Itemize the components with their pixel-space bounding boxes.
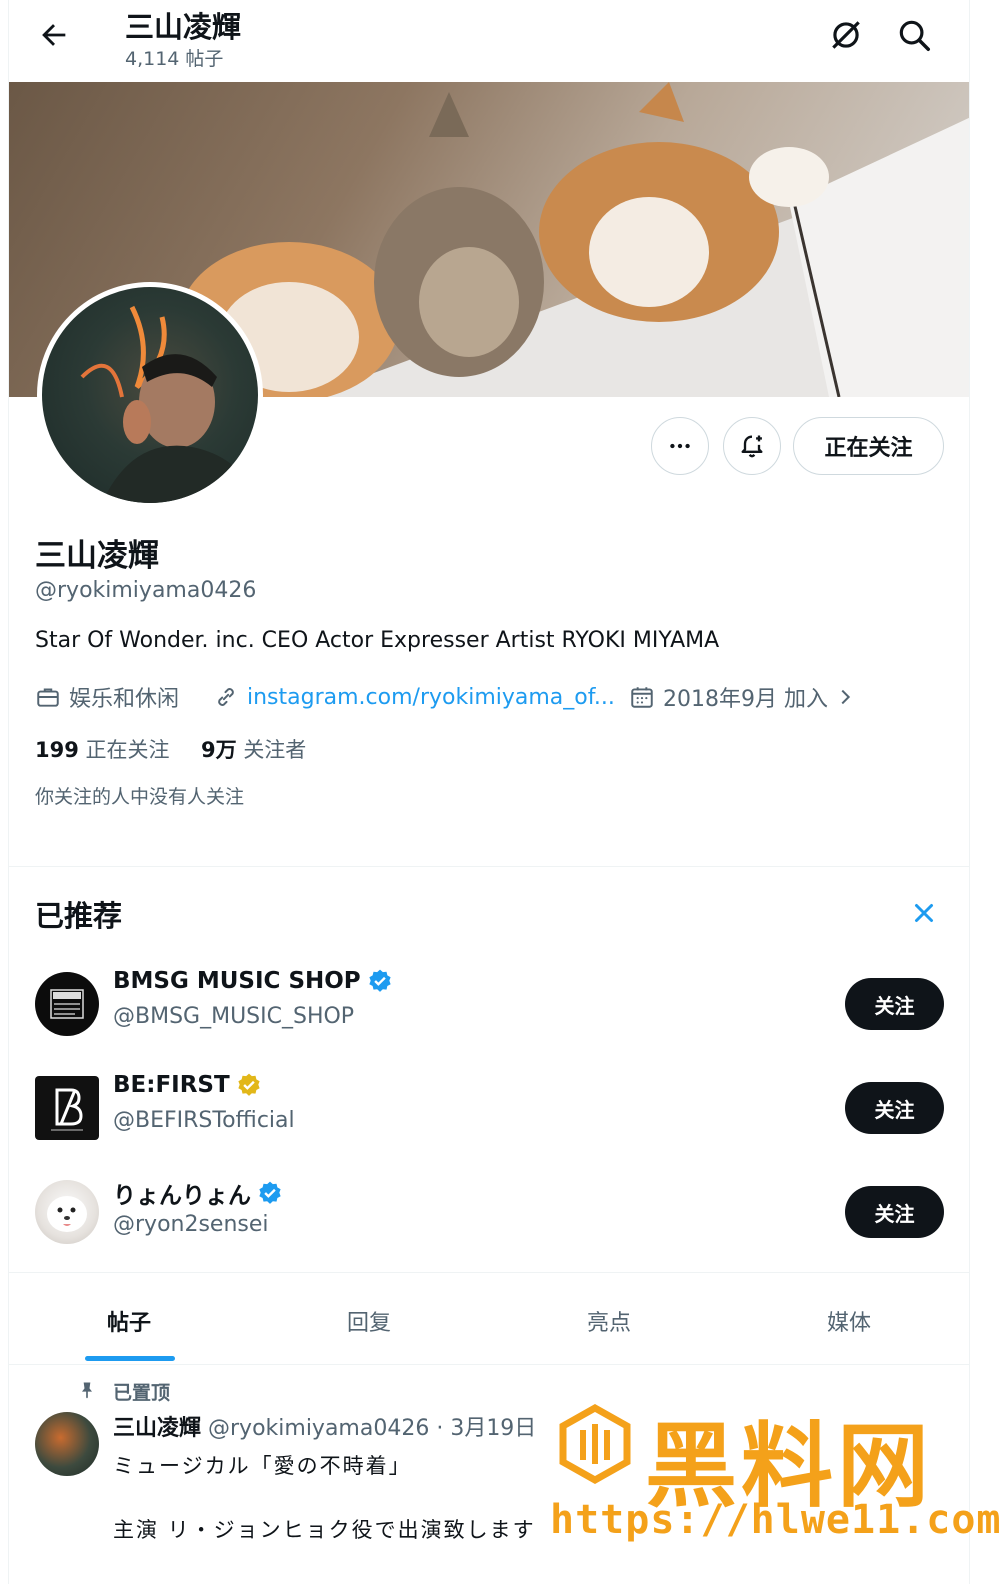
post-author-name[interactable]: 三山凌輝 bbox=[113, 1416, 201, 1441]
notify-button[interactable] bbox=[723, 417, 781, 475]
follow-button[interactable]: 关注 bbox=[845, 1082, 944, 1134]
chevron-right-icon bbox=[841, 689, 851, 705]
followers-you-know-note: 你关注的人中没有人关注 bbox=[35, 786, 245, 808]
pin-icon bbox=[82, 1382, 92, 1399]
header-name: 三山凌輝 bbox=[125, 10, 242, 44]
top-bar: 三山凌輝 4,114 帖子 bbox=[9, 0, 969, 82]
joined-text: 2018年9月 加入 bbox=[663, 687, 828, 712]
active-tab-indicator bbox=[85, 1356, 175, 1361]
back-arrow-icon[interactable] bbox=[37, 18, 71, 52]
verified-badge-icon bbox=[259, 1181, 281, 1204]
profile-handle: @ryokimiyama0426 bbox=[35, 578, 257, 603]
recommended-name-row[interactable]: BE:FIRST bbox=[113, 1072, 262, 1098]
follow-button[interactable]: 关注 bbox=[845, 978, 944, 1030]
tab-media[interactable]: 媒体 bbox=[729, 1305, 969, 1337]
followers-stat[interactable]: 9万 关注者 bbox=[201, 734, 306, 764]
close-icon[interactable] bbox=[909, 898, 939, 928]
followers-label: 关注者 bbox=[243, 738, 307, 762]
avatar-image bbox=[80, 305, 258, 503]
profile-link[interactable]: instagram.com/ryokimiyama_of... bbox=[213, 682, 615, 712]
recommended-handle: @BEFIRSTofficial bbox=[113, 1108, 295, 1133]
bmsg-logo-icon bbox=[50, 989, 84, 1019]
recommended-item[interactable]: BMSG MUSIC SHOP @BMSG_MUSIC_SHOP 关注 bbox=[9, 968, 969, 1062]
link-text[interactable]: instagram.com/ryokimiyama_of... bbox=[247, 685, 615, 710]
profile-bio: Star Of Wonder. inc. CEO Actor Expresser… bbox=[35, 628, 720, 653]
followers-count: 9万 bbox=[201, 738, 237, 762]
section-divider bbox=[9, 1272, 969, 1273]
recommended-title: 已推荐 bbox=[35, 899, 123, 933]
watermark-url: https://hlwe11.com bbox=[550, 1497, 1000, 1543]
recommended-avatar[interactable] bbox=[35, 1180, 99, 1244]
more-icon bbox=[670, 443, 690, 449]
watermark-logo-icon bbox=[559, 1404, 631, 1484]
link-icon bbox=[218, 688, 234, 706]
recommended-name-row[interactable]: りょんりょん bbox=[113, 1176, 283, 1210]
tab-replies[interactable]: 回复 bbox=[249, 1305, 489, 1337]
pinned-label: 已置顶 bbox=[113, 1382, 171, 1404]
search-icon[interactable] bbox=[895, 16, 933, 54]
recommended-name: りょんりょん bbox=[113, 1183, 251, 1209]
recommended-name: BMSG MUSIC SHOP bbox=[113, 968, 361, 994]
recommended-item[interactable]: りょんりょん @ryon2sensei 关注 bbox=[9, 1180, 969, 1270]
calendar-icon bbox=[631, 687, 653, 708]
post-handle-date: @ryokimiyama0426 · 3月19日 bbox=[208, 1416, 537, 1441]
gold-verified-badge-icon bbox=[238, 1073, 260, 1096]
dog-photo bbox=[47, 1196, 87, 1232]
recommended-handle: @ryon2sensei bbox=[113, 1212, 269, 1237]
header-post-count: 4,114 帖子 bbox=[125, 48, 224, 70]
post-author-avatar[interactable] bbox=[35, 1412, 99, 1476]
recommended-name: BE:FIRST bbox=[113, 1072, 230, 1098]
recommended-name-row[interactable]: BMSG MUSIC SHOP bbox=[113, 968, 393, 994]
tab-posts[interactable]: 帖子 bbox=[9, 1305, 249, 1337]
follow-button[interactable]: 关注 bbox=[845, 1186, 944, 1238]
profile-display-name: 三山凌輝 bbox=[35, 538, 159, 574]
following-stat[interactable]: 199 正在关注 bbox=[35, 734, 170, 764]
recommended-handle: @BMSG_MUSIC_SHOP bbox=[113, 1004, 355, 1029]
post-text-line: 主演 リ・ジョンヒョク役で出演致します bbox=[113, 1518, 536, 1542]
profile-joined[interactable]: 2018年9月 加入 bbox=[629, 682, 864, 712]
section-divider bbox=[9, 866, 969, 867]
watermark: 黑料网 https://hlwe11.com bbox=[545, 1392, 1000, 1582]
following-count: 199 bbox=[35, 738, 79, 762]
post-meta: 三山凌輝 @ryokimiyama0426 · 3月19日 bbox=[113, 1410, 536, 1442]
following-label: 正在关注 bbox=[85, 738, 170, 762]
tabs-divider bbox=[9, 1364, 969, 1365]
profile-page: 三山凌輝 4,114 帖子 正在关注 三山凌輝 @ryokimiyama0426… bbox=[8, 0, 970, 1584]
more-options-button[interactable] bbox=[651, 417, 709, 475]
following-button[interactable]: 正在关注 bbox=[793, 417, 944, 475]
recommended-avatar[interactable] bbox=[35, 1076, 99, 1140]
briefcase-icon bbox=[37, 688, 59, 707]
profile-avatar[interactable] bbox=[37, 282, 263, 508]
recommended-avatar[interactable] bbox=[35, 972, 99, 1036]
grok-icon[interactable] bbox=[827, 16, 865, 54]
tab-highlights[interactable]: 亮点 bbox=[489, 1305, 729, 1337]
category-label: 娱乐和休闲 bbox=[69, 687, 180, 712]
recommended-item[interactable]: BE:FIRST @BEFIRSTofficial 关注 bbox=[9, 1072, 969, 1166]
post-text-line: ミュージカル「愛の不時着」 bbox=[113, 1454, 412, 1478]
befirst-logo-icon bbox=[51, 1088, 83, 1131]
profile-category: 娱乐和休闲 bbox=[35, 682, 179, 712]
verified-badge-icon bbox=[369, 969, 391, 992]
bell-plus-icon bbox=[741, 435, 763, 458]
